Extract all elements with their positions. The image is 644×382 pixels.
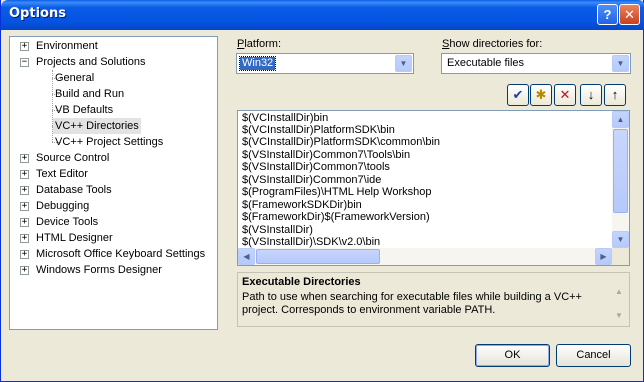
window-title: Options <box>9 6 66 21</box>
cancel-button[interactable]: Cancel <box>556 344 631 367</box>
tree-item-environment[interactable]: + Environment <box>10 38 210 54</box>
scroll-left-icon[interactable]: ◀ <box>238 248 255 265</box>
tree-item-label: Windows Forms Designer <box>36 264 162 276</box>
tree-item-label: Environment <box>36 40 98 52</box>
list-item[interactable]: $(FrameworkDir)$(FrameworkVersion) <box>242 211 430 224</box>
collapse-icon[interactable]: − <box>20 58 29 67</box>
move-up-button[interactable]: ↑ <box>604 84 626 106</box>
tree-item-label: Database Tools <box>36 184 112 196</box>
directory-list[interactable]: $(VCInstallDir)bin $(VCInstallDir)Platfo… <box>237 110 630 266</box>
scroll-thumb[interactable] <box>613 129 628 213</box>
tree-item-label: General <box>55 72 95 84</box>
tree-item-label: Device Tools <box>36 216 99 228</box>
delete-button[interactable]: ✕ <box>554 84 576 106</box>
tree-item-text-editor[interactable]: + Text Editor <box>10 166 210 182</box>
tree-item-office-keyboard-settings[interactable]: + Microsoft Office Keyboard Settings <box>10 246 210 262</box>
expand-icon[interactable]: + <box>20 170 29 179</box>
tree-item-label: Source Control <box>36 152 110 164</box>
tree-item-label: Projects and Solutions <box>36 56 146 68</box>
scrollbar-corner <box>612 248 629 265</box>
platform-value: Win32 <box>238 56 277 71</box>
tree-item-database-tools[interactable]: + Database Tools <box>10 182 210 198</box>
vertical-scrollbar[interactable]: ▲ ▼ <box>612 111 629 248</box>
expand-icon[interactable]: + <box>20 218 29 227</box>
expand-icon[interactable]: + <box>20 154 29 163</box>
close-button[interactable]: ✕ <box>619 4 640 25</box>
description-title: Executable Directories <box>242 276 361 288</box>
tree-item-general[interactable]: General <box>10 70 210 86</box>
new-line-button[interactable]: ✱ <box>530 84 552 106</box>
tree-item-device-tools[interactable]: + Device Tools <box>10 214 210 230</box>
scroll-thumb[interactable] <box>256 249 380 264</box>
show-directories-dropdown[interactable]: Executable files ▼ <box>441 53 631 74</box>
list-item[interactable]: $(VCInstallDir)PlatformSDK\common\bin <box>242 136 440 149</box>
ok-button[interactable]: OK <box>475 344 550 367</box>
horizontal-scrollbar[interactable]: ◀ ▶ <box>238 248 612 265</box>
description-scrollbar[interactable]: ▲ ▼ <box>612 287 626 325</box>
help-button[interactable]: ? <box>597 4 618 25</box>
platform-label: Platform: <box>237 38 281 50</box>
show-directories-label-text: how directories for: <box>449 38 543 50</box>
expand-icon[interactable]: + <box>20 250 29 259</box>
tree-item-debugging[interactable]: + Debugging <box>10 198 210 214</box>
tree-item-build-and-run[interactable]: Build and Run <box>10 86 210 102</box>
tree-item-label: Build and Run <box>55 88 125 100</box>
description-text: Path to use when searching for executabl… <box>242 291 582 316</box>
platform-dropdown[interactable]: Win32 ▼ <box>236 53 414 74</box>
platform-label-text: latform: <box>244 38 282 50</box>
tree-item-label: VB Defaults <box>55 104 114 116</box>
tree-item-source-control[interactable]: + Source Control <box>10 150 210 166</box>
title-bar[interactable]: Options ? ✕ <box>1 0 644 30</box>
scroll-right-icon[interactable]: ▶ <box>595 248 612 265</box>
show-directories-label: Show directories for: <box>442 38 542 50</box>
tree-item-label: HTML Designer <box>36 232 113 244</box>
tree-item-label: Debugging <box>36 200 90 212</box>
tree-item-vb-defaults[interactable]: VB Defaults <box>10 102 210 118</box>
tree-item-windows-forms-designer[interactable]: + Windows Forms Designer <box>10 262 210 278</box>
list-item[interactable]: $(VSInstallDir)Common7\tools <box>242 161 390 174</box>
list-item[interactable]: $(ProgramFiles)\HTML Help Workshop <box>242 186 432 199</box>
expand-icon[interactable]: + <box>20 234 29 243</box>
tree-item-vc-directories[interactable]: VC++ Directories <box>10 118 210 134</box>
check-button[interactable]: ✔ <box>507 84 529 106</box>
expand-icon[interactable]: + <box>20 202 29 211</box>
scroll-down-icon[interactable]: ▼ <box>612 311 626 324</box>
options-tree[interactable]: + Environment − Projects and Solutions G… <box>9 36 218 330</box>
tree-item-projects-and-solutions[interactable]: − Projects and Solutions <box>10 54 210 70</box>
scroll-down-icon[interactable]: ▼ <box>612 231 629 248</box>
scroll-up-icon[interactable]: ▲ <box>612 111 629 128</box>
show-directories-value: Executable files <box>447 57 525 69</box>
tree-item-label: Microsoft Office Keyboard Settings <box>36 248 206 260</box>
expand-icon[interactable]: + <box>20 266 29 275</box>
expand-icon[interactable]: + <box>20 42 29 51</box>
options-dialog: Options ? ✕ + Environment − Projects and… <box>0 0 644 382</box>
chevron-down-icon[interactable]: ▼ <box>612 55 629 72</box>
description-panel: Executable Directories Path to use when … <box>237 272 630 327</box>
tree-item-label: VC++ Project Settings <box>55 136 164 148</box>
expand-icon[interactable]: + <box>20 186 29 195</box>
tree-item-vc-project-settings[interactable]: VC++ Project Settings <box>10 134 210 150</box>
move-down-button[interactable]: ↓ <box>580 84 602 106</box>
chevron-down-icon[interactable]: ▼ <box>395 55 412 72</box>
scroll-up-icon[interactable]: ▲ <box>612 287 626 300</box>
tree-item-html-designer[interactable]: + HTML Designer <box>10 230 210 246</box>
tree-item-label: Text Editor <box>36 168 88 180</box>
tree-item-label: VC++ Directories <box>53 118 141 134</box>
